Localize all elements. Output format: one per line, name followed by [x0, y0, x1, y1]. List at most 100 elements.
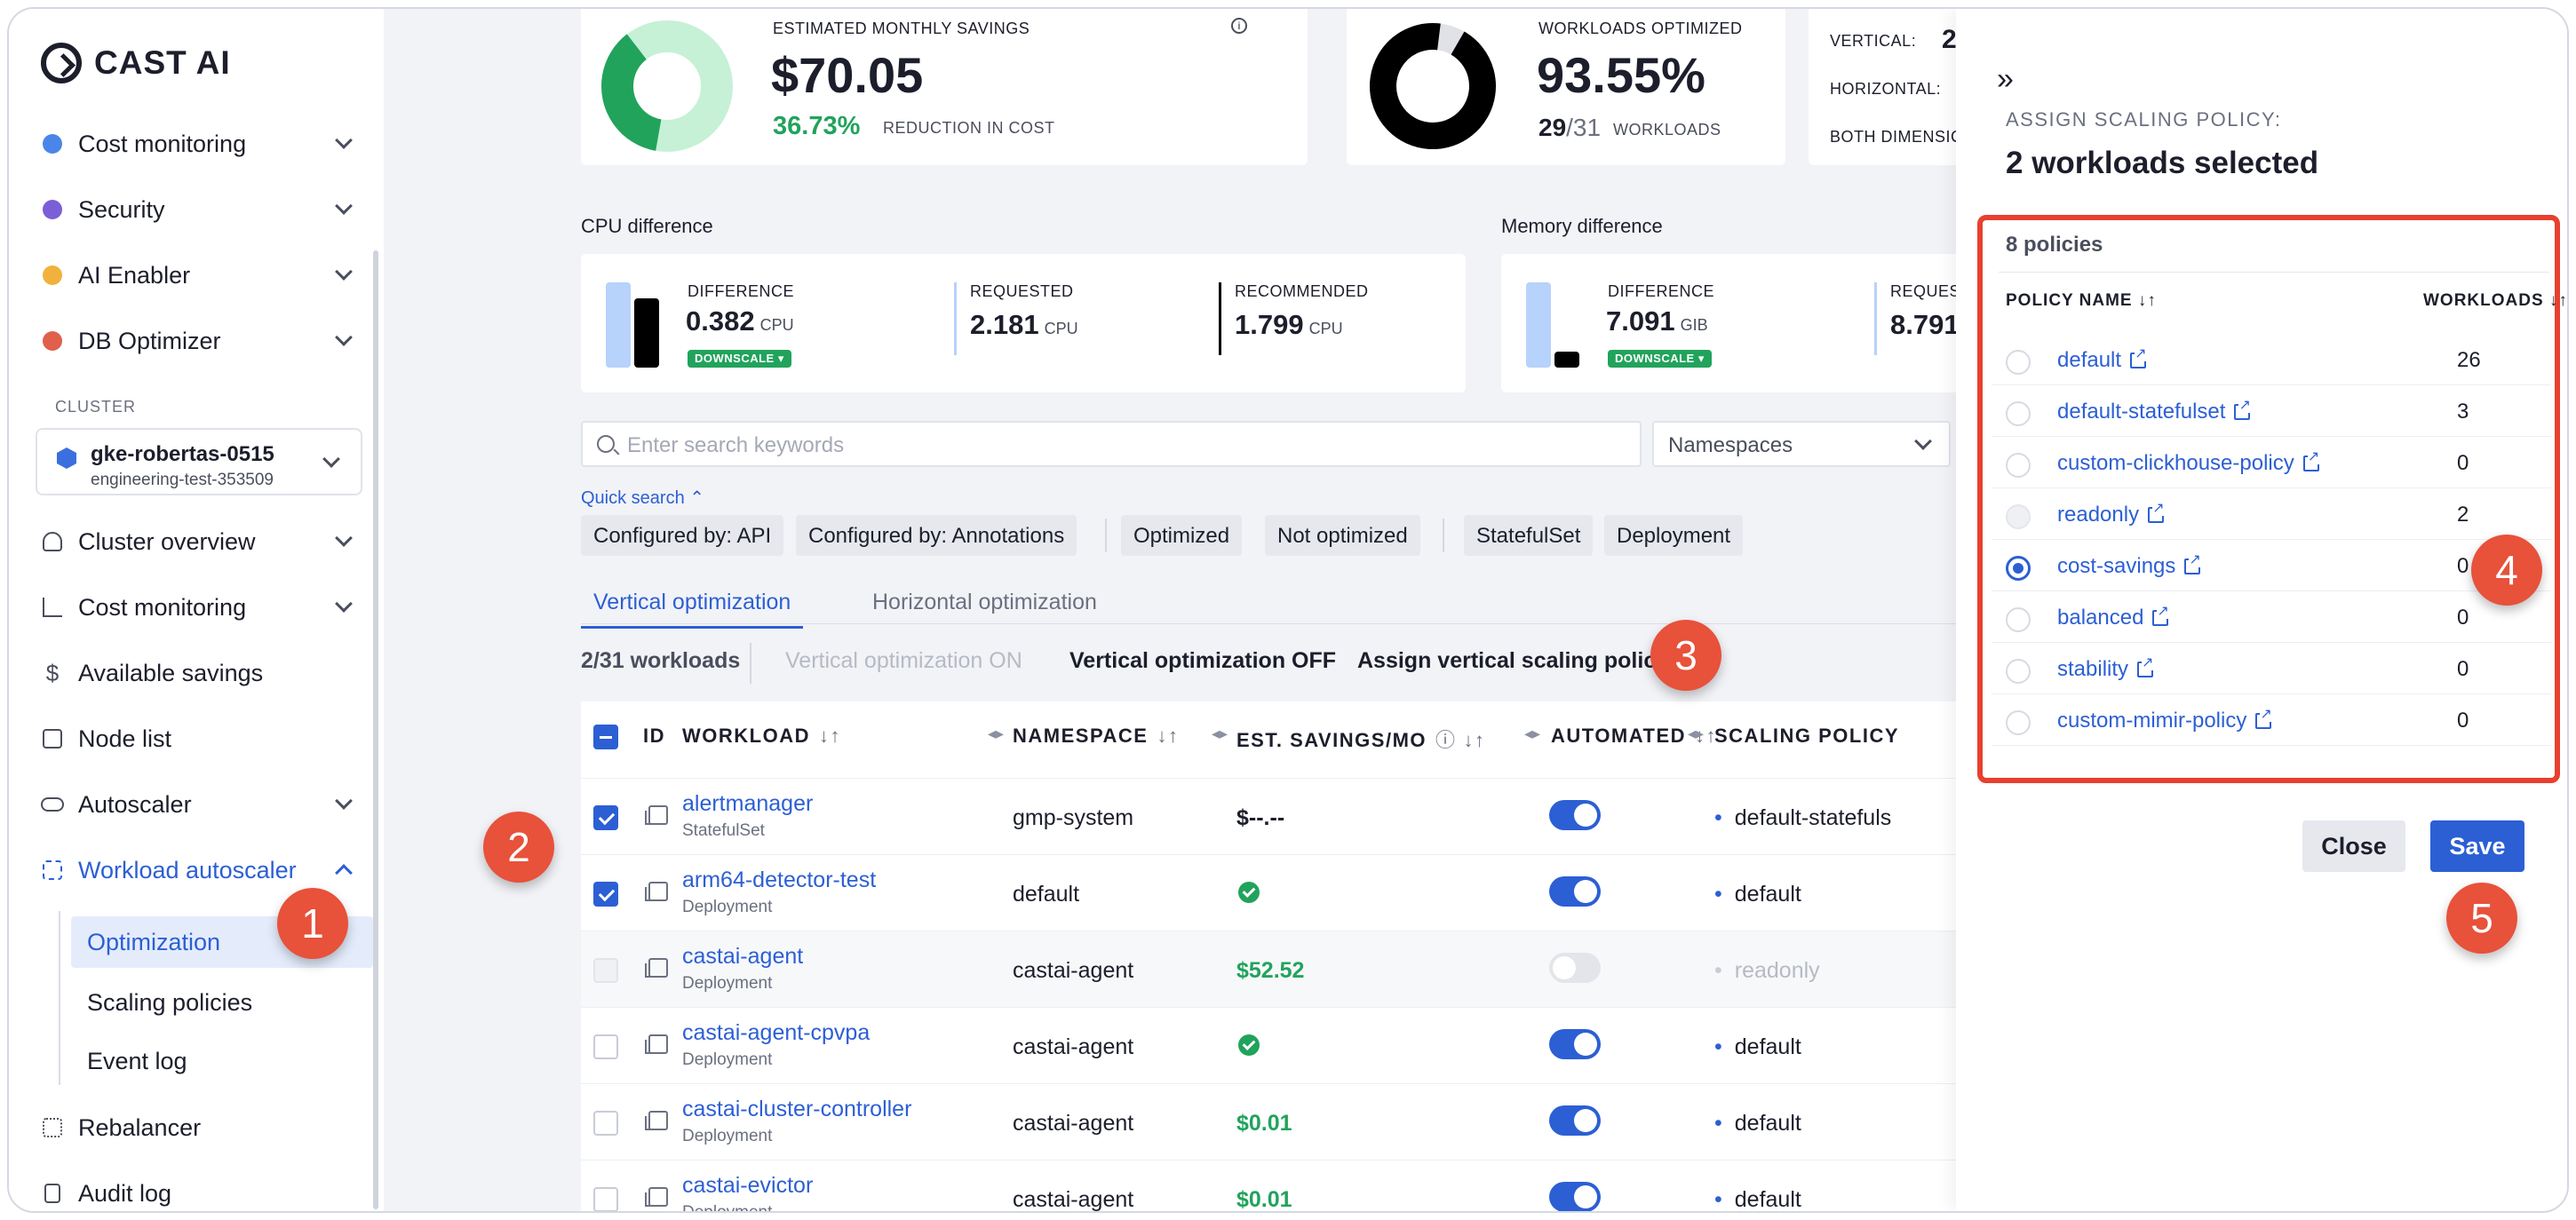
policy-radio[interactable]	[2006, 401, 2031, 426]
row-checkbox[interactable]	[593, 958, 618, 983]
sidebar-subitem-scaling-policies[interactable]: Scaling policies	[71, 977, 373, 1028]
policy-name-link[interactable]: custom-clickhouse-policy	[2057, 450, 2320, 476]
table-row[interactable]: arm64-detector-test Deployment default d…	[581, 854, 1967, 931]
search-input[interactable]: Enter search keywords	[581, 421, 1642, 467]
workload-name-link[interactable]: castai-agent-cpvpa	[682, 1020, 870, 1046]
automated-toggle[interactable]	[1549, 800, 1601, 830]
workload-name-link[interactable]: castai-agent	[682, 944, 803, 970]
sidebar-item-db-optimizer[interactable]: DB Optimizer	[41, 316, 361, 366]
automated-toggle[interactable]	[1549, 1105, 1601, 1136]
chip-configured-api[interactable]: Configured by: API	[581, 515, 784, 556]
sidebar-item-cost-monitoring-org[interactable]: Cost monitoring	[41, 119, 361, 169]
header-policy-name[interactable]: POLICY NAME ↓↑	[2006, 291, 2157, 311]
policy-name-link[interactable]: default	[2057, 347, 2147, 373]
chip-not-optimized[interactable]: Not optimized	[1265, 515, 1420, 556]
policy-radio[interactable]	[2006, 453, 2031, 478]
column-resize-icon[interactable]: ◂▸	[1688, 725, 1705, 744]
copy-icon[interactable]	[645, 882, 668, 901]
sidebar-item-node-list[interactable]: Node list	[41, 714, 361, 764]
copy-icon[interactable]	[645, 958, 668, 978]
policy-radio[interactable]	[2006, 710, 2031, 735]
copy-icon[interactable]	[645, 805, 668, 825]
policy-row-custom-mimir[interactable]: custom-mimir-policy 0	[1992, 694, 2551, 746]
info-icon[interactable]: i	[1231, 18, 1247, 34]
select-all-checkbox[interactable]	[593, 725, 618, 749]
table-row[interactable]: castai-agent-cpvpa Deployment castai-age…	[581, 1007, 1967, 1083]
cluster-project: engineering-test-353509	[91, 471, 274, 489]
assign-vertical-scaling-policy-button[interactable]: Assign vertical scaling policy	[1357, 648, 1668, 674]
header-workloads[interactable]: WORKLOADS ↓↑	[2423, 291, 2567, 311]
workload-name-link[interactable]: arm64-detector-test	[682, 867, 876, 893]
sidebar-item-security[interactable]: Security	[41, 185, 361, 234]
sidebar-item-autoscaler[interactable]: Autoscaler	[41, 780, 361, 829]
quick-search-toggle[interactable]: Quick search ⌃	[581, 487, 704, 509]
sidebar-item-cluster-overview[interactable]: Cluster overview	[41, 517, 361, 566]
policy-name-link[interactable]: balanced	[2057, 605, 2169, 630]
policy-name-link[interactable]: default-statefulset	[2057, 399, 2251, 424]
close-button[interactable]: Close	[2302, 820, 2405, 872]
policy-row-stability[interactable]: stability 0	[1992, 643, 2551, 694]
policy-row-default[interactable]: default 26	[1992, 334, 2551, 385]
header-est-savings[interactable]: EST. SAVINGS/MO ⓘ ↓↑	[1236, 725, 1486, 753]
table-row[interactable]: castai-evictor Deployment castai-agent $…	[581, 1160, 1967, 1211]
chip-statefulset[interactable]: StatefulSet	[1464, 515, 1594, 556]
sidebar-item-rebalancer[interactable]: Rebalancer	[41, 1103, 361, 1153]
table-row[interactable]: castai-agent Deployment castai-agent $52…	[581, 931, 1967, 1007]
automated-toggle[interactable]	[1549, 1182, 1601, 1211]
header-namespace[interactable]: NAMESPACE ↓↑	[1013, 725, 1179, 748]
sidebar-subitem-event-log[interactable]: Event log	[71, 1035, 373, 1087]
table-row[interactable]: castai-cluster-controller Deployment cas…	[581, 1083, 1967, 1160]
chip-optimized[interactable]: Optimized	[1121, 515, 1243, 556]
policy-row-balanced[interactable]: balanced 0	[1992, 591, 2551, 643]
chip-configured-annotations[interactable]: Configured by: Annotations	[796, 515, 1077, 556]
cluster-selector[interactable]: gke-robertas-0515 engineering-test-35350…	[36, 428, 362, 495]
policy-row-readonly[interactable]: readonly 2	[1992, 488, 2551, 540]
policy-name-link[interactable]: stability	[2057, 656, 2154, 682]
tab-horizontal-optimization[interactable]: Horizontal optimization	[860, 590, 1109, 626]
row-checkbox[interactable]	[593, 1034, 618, 1059]
table-row[interactable]: alertmanager StatefulSet gmp-system $--.…	[581, 778, 1967, 854]
logo[interactable]: CAST AI	[41, 43, 231, 83]
row-checkbox[interactable]	[593, 805, 618, 830]
header-workload[interactable]: WORKLOAD ↓↑	[682, 725, 841, 748]
workload-name-link[interactable]: castai-evictor	[682, 1173, 813, 1199]
sidebar-item-available-savings[interactable]: $ Available savings	[41, 648, 361, 698]
vertical-optimization-off-button[interactable]: Vertical optimization OFF	[1069, 648, 1336, 674]
sidebar-item-ai-enabler[interactable]: AI Enabler	[41, 250, 361, 300]
automated-toggle[interactable]	[1549, 876, 1601, 907]
column-resize-icon[interactable]: ◂▸	[1212, 725, 1229, 744]
policy-name-link[interactable]: cost-savings	[2057, 553, 2201, 579]
policy-radio[interactable]	[2006, 350, 2031, 375]
workload-name-link[interactable]: castai-cluster-controller	[682, 1097, 911, 1122]
sidebar-item-cost-monitoring[interactable]: Cost monitoring	[41, 582, 361, 632]
policy-radio-selected[interactable]	[2006, 556, 2031, 581]
policy-radio[interactable]	[2006, 659, 2031, 684]
policy-radio[interactable]	[2006, 607, 2031, 632]
policy-row-default-statefulset[interactable]: default-statefulset 3	[1992, 385, 2551, 437]
workload-name-link[interactable]: alertmanager	[682, 791, 813, 817]
column-resize-icon[interactable]: ◂▸	[1524, 725, 1542, 744]
automated-toggle[interactable]	[1549, 1029, 1601, 1059]
vertical-optimization-on-button[interactable]: Vertical optimization ON	[785, 648, 1022, 674]
automated-toggle[interactable]	[1549, 953, 1601, 983]
save-button[interactable]: Save	[2430, 820, 2524, 872]
row-checkbox[interactable]	[593, 882, 618, 907]
copy-icon[interactable]	[645, 1111, 668, 1130]
chip-deployment[interactable]: Deployment	[1604, 515, 1744, 556]
sidebar-scrollbar[interactable]	[373, 250, 378, 1209]
policy-name-link[interactable]: readonly	[2057, 502, 2165, 527]
sidebar-item-audit-log[interactable]: Audit log	[41, 1169, 361, 1211]
copy-icon[interactable]	[645, 1187, 668, 1207]
sort-icon: ↓↑	[818, 725, 841, 747]
row-checkbox[interactable]	[593, 1111, 618, 1136]
policy-row-custom-clickhouse[interactable]: custom-clickhouse-policy 0	[1992, 437, 2551, 488]
copy-icon[interactable]	[645, 1034, 668, 1054]
column-resize-icon[interactable]: ◂▸	[988, 725, 1006, 744]
optimized-value: 93.55%	[1537, 47, 1705, 103]
row-checkbox[interactable]	[593, 1187, 618, 1211]
policy-row-cost-savings[interactable]: cost-savings 0	[1992, 540, 2551, 591]
policy-radio[interactable]	[2006, 504, 2031, 529]
collapse-panel-icon[interactable]: »	[1997, 62, 2014, 97]
namespace-select[interactable]: Namespaces	[1652, 421, 1951, 467]
policy-name-link[interactable]: custom-mimir-policy	[2057, 708, 2272, 733]
